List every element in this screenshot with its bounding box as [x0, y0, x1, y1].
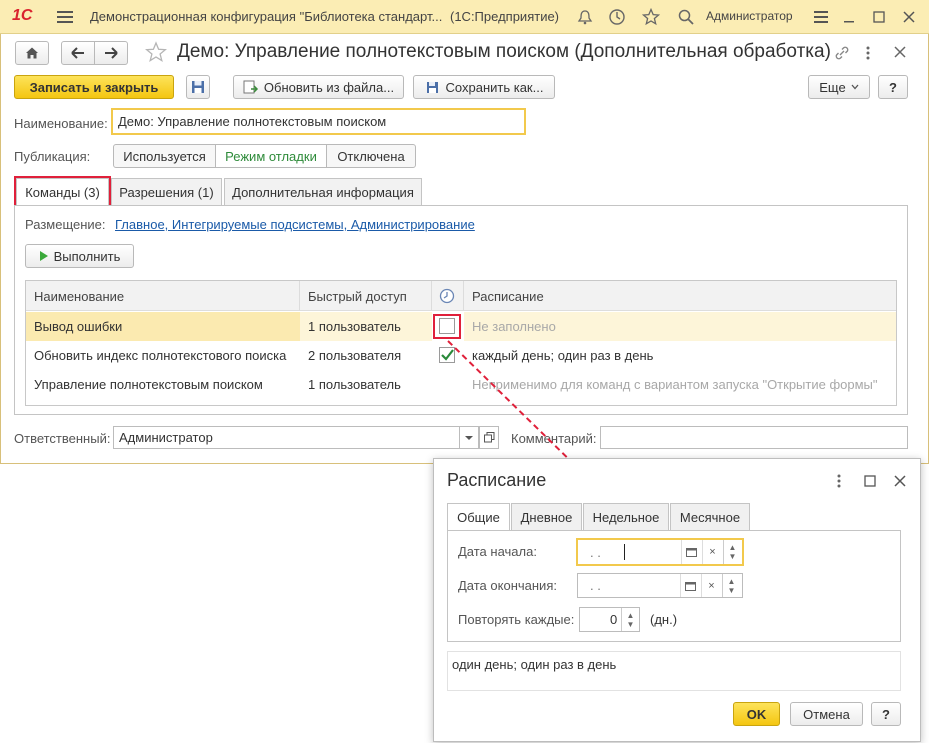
cancel-button[interactable]: Отмена [790, 702, 863, 726]
tab-weekly[interactable]: Недельное [583, 503, 669, 530]
calendar-icon[interactable] [680, 574, 700, 597]
dialog-help-button[interactable]: ? [871, 702, 901, 726]
dialog-title: Расписание [447, 470, 547, 490]
repeat-unit: (дн.) [650, 612, 678, 627]
ok-button[interactable]: OK [733, 702, 780, 726]
maximize-icon[interactable] [862, 473, 878, 489]
end-date-label: Дата окончания: [458, 578, 557, 593]
summary-text: один день; один раз в день [452, 657, 617, 672]
schedule-dialog: Расписание Общие Дневное Недельное Месяч… [433, 458, 921, 742]
close-icon[interactable] [892, 473, 908, 489]
more-vertical-icon[interactable] [834, 473, 844, 489]
repeat-label: Повторять каждые: [458, 612, 575, 627]
end-date-spinner[interactable]: ▲ ▼ [722, 574, 740, 597]
start-date-label: Дата начала: [458, 544, 537, 559]
end-date-value: . . [590, 578, 601, 593]
text-cursor [624, 544, 625, 560]
clear-icon[interactable]: × [702, 540, 722, 564]
calendar-icon[interactable] [681, 540, 701, 564]
schedule-summary: один день; один раз в день [447, 651, 901, 691]
start-date-value: . . [590, 545, 601, 560]
clear-icon[interactable]: × [701, 574, 721, 597]
repeat-field[interactable]: 0 ▲ ▼ [579, 607, 640, 632]
tab-general[interactable]: Общие [447, 503, 510, 530]
tab-monthly[interactable]: Месячное [670, 503, 750, 530]
start-date-field[interactable]: . . × ▲ ▼ [576, 538, 744, 566]
tab-daily[interactable]: Дневное [511, 503, 582, 530]
end-date-field[interactable]: . . × ▲ ▼ [577, 573, 743, 598]
general-page: Дата начала: . . × ▲ ▼ Дата окончания: . … [447, 530, 901, 642]
repeat-spinner[interactable]: ▲ ▼ [621, 608, 639, 631]
start-date-spinner[interactable]: ▲ ▼ [723, 540, 741, 564]
repeat-value: 0 [610, 612, 618, 627]
